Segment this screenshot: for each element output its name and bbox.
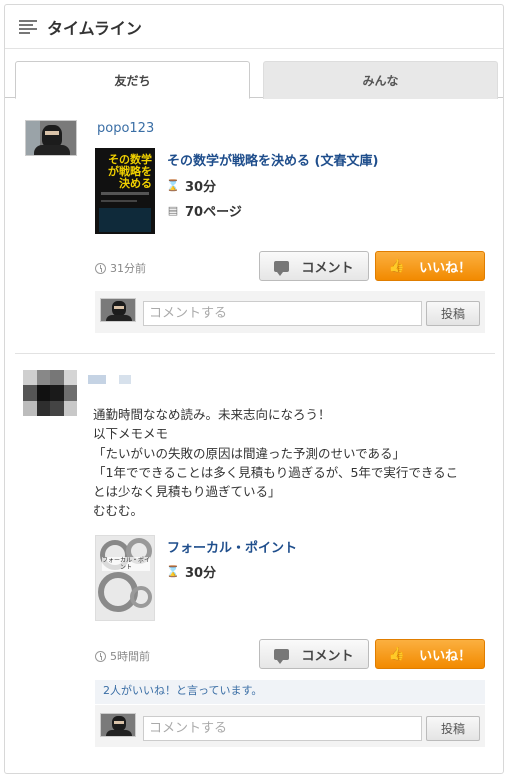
thumbs-up-icon: 👍 [388, 646, 406, 662]
page-count-value: 70ページ [185, 205, 242, 220]
post-text-line: とは少なく見積もり過ぎている」 [93, 484, 281, 500]
divider [15, 353, 495, 354]
comment-button[interactable]: コメント [259, 251, 369, 281]
book-title[interactable]: その数学が戦略を決める (文春文庫) [167, 150, 378, 169]
book-cover-title: その数学が戦略を決める [108, 153, 152, 190]
clock-icon [95, 262, 106, 274]
book-title[interactable]: フォーカル・ポイント [167, 537, 297, 556]
post-text: 通勤時間ななめ読み。未来志向になろう！ 以下メモメモ 「たいがいの失敗の原因は間… [93, 405, 498, 521]
timeline-panel: タイムライン 友だち みんな popo123 その数学が戦略を決める その数学が… [4, 4, 504, 774]
timestamp: 5時間前 [95, 648, 150, 664]
post-text-line: 「たいがいの失敗の原因は間違った予測のせいである」 [93, 445, 406, 461]
like-button-label: いいね！ [419, 260, 472, 276]
page-count: ▤ 70ページ [167, 201, 242, 220]
hourglass-icon: ⌛ [166, 179, 180, 192]
post-comment-button[interactable]: 投稿 [426, 301, 480, 326]
post-text-line: 以下メモメモ [93, 426, 169, 442]
comment-input[interactable]: コメントする [143, 716, 422, 741]
comment-input[interactable]: コメントする [143, 301, 422, 326]
reading-time: ⌛ 30分 [166, 176, 217, 195]
post-text-line: むむむ。 [93, 503, 144, 519]
page-title: タイムライン [47, 18, 142, 38]
timestamp-text: 5時間前 [110, 650, 150, 663]
thumbs-up-icon: 👍 [388, 258, 406, 274]
username-blurred-part [119, 375, 131, 384]
post-comment-button[interactable]: 投稿 [426, 716, 480, 741]
comment-bubble-icon [274, 260, 290, 276]
my-avatar [100, 298, 136, 322]
hourglass-icon: ⌛ [166, 565, 180, 578]
reading-time: ⌛ 30分 [166, 562, 217, 581]
avatar[interactable] [25, 120, 77, 156]
clock-icon [95, 650, 106, 662]
comment-bubble-icon [274, 648, 290, 664]
comment-button-label: コメント [301, 260, 354, 276]
tab-friends[interactable]: 友だち [15, 61, 250, 99]
reading-time-value: 30分 [185, 180, 217, 195]
book-cover[interactable]: フォーカル・ポイント [95, 535, 155, 621]
page-icon: ▤ [167, 204, 179, 217]
username[interactable]: popo123 [97, 121, 154, 136]
my-avatar [100, 713, 136, 737]
post-text-line: 「1年でできることは多く見積もり過ぎるが、5年で実行できるこ [93, 464, 459, 480]
timestamp: 31分前 [95, 260, 146, 276]
post-text-line: 通勤時間ななめ読み。未来志向になろう！ [93, 407, 331, 422]
like-button[interactable]: 👍 いいね！ [375, 251, 485, 281]
menu-lines-icon [19, 19, 37, 34]
book-cover-title: フォーカル・ポイント [102, 557, 151, 571]
like-button-label: いいね！ [419, 648, 472, 664]
timestamp-text: 31分前 [110, 262, 146, 275]
username-blurred[interactable] [88, 375, 106, 384]
avatar[interactable] [23, 370, 77, 416]
timeline-header: タイムライン [5, 5, 503, 49]
comment-button[interactable]: コメント [259, 639, 369, 669]
tab-everyone[interactable]: みんな [263, 61, 498, 99]
reading-time-value: 30分 [185, 566, 217, 581]
book-cover[interactable]: その数学が戦略を決める [95, 148, 155, 234]
likes-summary[interactable]: 2人がいいね！と言っています。 [95, 680, 485, 704]
timeline-tabs: 友だち みんな [5, 49, 503, 99]
comment-button-label: コメント [301, 648, 354, 664]
like-button[interactable]: 👍 いいね！ [375, 639, 485, 669]
